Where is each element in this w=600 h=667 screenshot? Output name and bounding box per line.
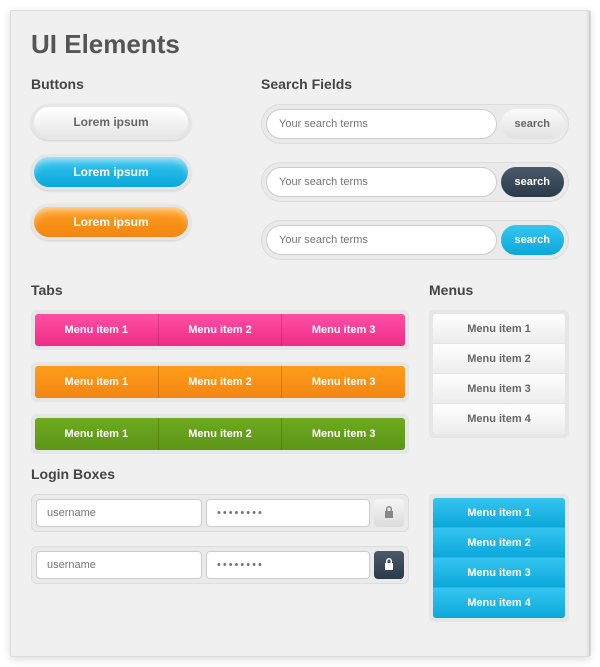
buttons-heading: Buttons [31, 76, 241, 92]
password-input-2[interactable] [206, 551, 370, 579]
search-button-dark[interactable]: search [501, 167, 564, 197]
spacer [429, 454, 569, 494]
login-submit-light[interactable] [374, 499, 404, 527]
tab-green-3[interactable]: Menu item 3 [282, 418, 405, 450]
tabs-orange-wrap: Menu item 1 Menu item 2 Menu item 3 [31, 362, 409, 402]
vmenu-white-wrap: Menu item 1 Menu item 2 Menu item 3 Menu… [429, 310, 569, 438]
tabs-pink-wrap: Menu item 1 Menu item 2 Menu item 3 [31, 310, 409, 350]
button-orange[interactable]: Lorem ipsum [31, 204, 191, 240]
tab-green-2[interactable]: Menu item 2 [159, 418, 283, 450]
tab-orange-3[interactable]: Menu item 3 [282, 366, 405, 398]
search-button-blue[interactable]: search [501, 225, 564, 255]
button-blue[interactable]: Lorem ipsum [31, 154, 191, 190]
search-input-1[interactable] [266, 109, 497, 139]
vmenu-white-item-3[interactable]: Menu item 3 [433, 374, 565, 404]
login-box-light [31, 494, 409, 532]
tab-green-1[interactable]: Menu item 1 [35, 418, 159, 450]
tabs-green: Menu item 1 Menu item 2 Menu item 3 [35, 418, 405, 450]
vmenu-blue: Menu item 1 Menu item 2 Menu item 3 Menu… [433, 498, 565, 618]
buttons-section: Buttons Lorem ipsum Lorem ipsum Lorem ip… [31, 76, 241, 260]
search-section: Search Fields search search search [261, 76, 569, 260]
lock-icon [383, 557, 395, 574]
search-field-blue: search [261, 220, 569, 260]
vmenu-white-item-4[interactable]: Menu item 4 [433, 404, 565, 434]
button-stack: Lorem ipsum Lorem ipsum Lorem ipsum [31, 104, 241, 240]
search-heading: Search Fields [261, 76, 569, 92]
vmenu-blue-item-2[interactable]: Menu item 2 [433, 528, 565, 558]
username-input-1[interactable] [36, 499, 202, 527]
tabs-section: Tabs Menu item 1 Menu item 2 Menu item 3… [31, 264, 409, 638]
tab-orange-1[interactable]: Menu item 1 [35, 366, 159, 398]
search-field-dark: search [261, 162, 569, 202]
username-input-2[interactable] [36, 551, 202, 579]
tabs-heading: Tabs [31, 282, 409, 298]
button-white[interactable]: Lorem ipsum [31, 104, 191, 140]
row-tabs-menus: Tabs Menu item 1 Menu item 2 Menu item 3… [31, 264, 569, 638]
tab-orange-2[interactable]: Menu item 2 [159, 366, 283, 398]
vmenu-white: Menu item 1 Menu item 2 Menu item 3 Menu… [433, 314, 565, 434]
vmenu-blue-wrap: Menu item 1 Menu item 2 Menu item 3 Menu… [429, 494, 569, 622]
tabs-green-wrap: Menu item 1 Menu item 2 Menu item 3 [31, 414, 409, 454]
search-button-light[interactable]: search [501, 109, 564, 139]
vmenu-blue-item-4[interactable]: Menu item 4 [433, 588, 565, 618]
tab-pink-3[interactable]: Menu item 3 [282, 314, 405, 346]
vmenu-blue-item-1[interactable]: Menu item 1 [433, 498, 565, 528]
lock-icon [383, 505, 395, 522]
vmenu-white-item-2[interactable]: Menu item 2 [433, 344, 565, 374]
menus-heading: Menus [429, 282, 569, 298]
login-box-dark [31, 546, 409, 584]
search-input-3[interactable] [266, 225, 497, 255]
password-input-1[interactable] [206, 499, 370, 527]
row-buttons-search: Buttons Lorem ipsum Lorem ipsum Lorem ip… [31, 76, 569, 260]
tabs-orange: Menu item 1 Menu item 2 Menu item 3 [35, 366, 405, 398]
tabs-pink: Menu item 1 Menu item 2 Menu item 3 [35, 314, 405, 346]
login-heading: Login Boxes [31, 466, 409, 482]
search-input-2[interactable] [266, 167, 497, 197]
menus-section: Menus Menu item 1 Menu item 2 Menu item … [429, 264, 569, 638]
ui-elements-panel: UI Elements Buttons Lorem ipsum Lorem ip… [10, 10, 590, 657]
tab-pink-1[interactable]: Menu item 1 [35, 314, 159, 346]
search-field-light: search [261, 104, 569, 144]
page-title: UI Elements [31, 29, 569, 60]
tab-pink-2[interactable]: Menu item 2 [159, 314, 283, 346]
vmenu-blue-item-3[interactable]: Menu item 3 [433, 558, 565, 588]
login-submit-dark[interactable] [374, 551, 404, 579]
search-stack: search search search [261, 104, 569, 260]
vmenu-white-item-1[interactable]: Menu item 1 [433, 314, 565, 344]
